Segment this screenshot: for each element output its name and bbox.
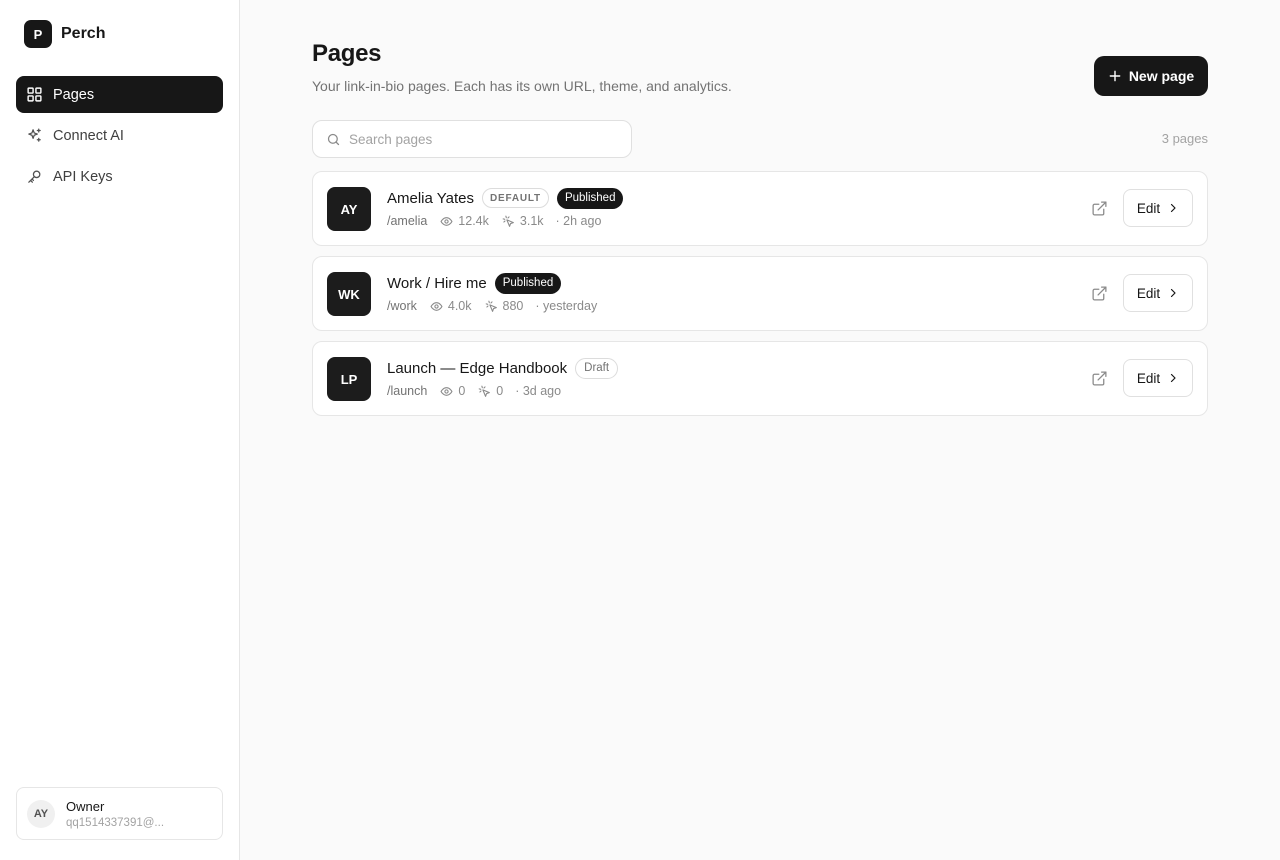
brand-logo: P bbox=[24, 20, 52, 48]
search-icon bbox=[327, 133, 340, 145]
views-count: 12.4k bbox=[458, 214, 489, 228]
eye-icon bbox=[430, 301, 443, 311]
sidebar-item-api-keys[interactable]: API Keys bbox=[16, 158, 223, 195]
sparkles-icon bbox=[26, 127, 43, 144]
page-avatar: AY bbox=[327, 187, 371, 231]
clicks-count: 0 bbox=[496, 384, 504, 398]
clicks-count: 3.1k bbox=[519, 214, 544, 228]
page-subtitle: Your link-in-bio pages. Each has its own… bbox=[312, 78, 732, 94]
main-content: Pages Your link-in-bio pages. Each has i… bbox=[240, 0, 1280, 860]
page-card[interactable]: LP Launch — Edge Handbook Draft /launch … bbox=[312, 341, 1208, 416]
views-stat: 12.4k bbox=[440, 214, 489, 228]
page-title-row: Work / Hire me Published bbox=[387, 272, 562, 294]
user-role: Owner bbox=[66, 798, 105, 814]
page-count: 3 pages bbox=[1161, 131, 1208, 146]
page-meta: /launch 0 0 · 3d ago bbox=[387, 383, 561, 399]
external-link-icon[interactable] bbox=[1091, 285, 1109, 303]
status-badge: Published bbox=[494, 272, 562, 294]
page-slug: /work bbox=[387, 299, 417, 313]
page-title: Pages bbox=[312, 40, 382, 67]
edit-label: Edit bbox=[1136, 370, 1161, 386]
page-card[interactable]: WK Work / Hire me Published /work 4.0k 8… bbox=[312, 256, 1208, 331]
sidebar-item-connect-ai[interactable]: Connect AI bbox=[16, 117, 223, 154]
page-meta: /work 4.0k 880 · yesterday bbox=[387, 298, 597, 314]
page-name: Amelia Yates bbox=[387, 189, 474, 207]
sidebar-nav: Pages Connect AI API Keys bbox=[16, 76, 223, 199]
eye-icon bbox=[440, 386, 453, 396]
sidebar-item-label: API Keys bbox=[53, 168, 113, 185]
updated-time: · 3d ago bbox=[515, 384, 562, 398]
avatar: AY bbox=[27, 799, 55, 828]
eye-icon bbox=[440, 216, 453, 226]
edit-button[interactable]: Edit bbox=[1123, 189, 1193, 227]
plus-icon bbox=[1109, 70, 1121, 82]
edit-label: Edit bbox=[1136, 200, 1161, 216]
page-meta: /amelia 12.4k 3.1k · 2h ago bbox=[387, 213, 601, 229]
status-badge: Draft bbox=[575, 357, 619, 379]
user-email: qq1514337391@... bbox=[66, 816, 165, 829]
key-icon bbox=[26, 168, 43, 185]
click-icon bbox=[502, 215, 514, 227]
search-box[interactable] bbox=[312, 120, 632, 158]
grid-icon bbox=[26, 86, 43, 103]
click-icon bbox=[478, 385, 491, 397]
default-badge: DEFAULT bbox=[482, 188, 549, 208]
updated-time: · 2h ago bbox=[555, 214, 602, 228]
sidebar-item-label: Pages bbox=[53, 86, 95, 103]
views-count: 0 bbox=[458, 384, 466, 398]
brand-name: Perch bbox=[61, 25, 106, 42]
page-name: Launch — Edge Handbook bbox=[387, 359, 568, 377]
chevron-right-icon bbox=[1171, 373, 1176, 383]
views-stat: 0 bbox=[440, 384, 465, 398]
page-name: Work / Hire me bbox=[387, 274, 487, 292]
page-card[interactable]: AY Amelia Yates DEFAULT Published /ameli… bbox=[312, 171, 1208, 246]
clicks-stat: 0 bbox=[478, 384, 503, 398]
updated-time: · yesterday bbox=[535, 299, 598, 313]
user-info: Owner qq1514337391@... bbox=[66, 799, 164, 829]
page-slug: /launch bbox=[387, 384, 428, 398]
page-avatar: WK bbox=[327, 272, 371, 316]
edit-button[interactable]: Edit bbox=[1123, 359, 1193, 397]
new-page-label: New page bbox=[1128, 68, 1195, 84]
sidebar-item-pages[interactable]: Pages bbox=[16, 76, 223, 113]
external-link-icon[interactable] bbox=[1091, 200, 1109, 218]
new-page-button[interactable]: New page bbox=[1094, 56, 1208, 96]
edit-label: Edit bbox=[1136, 285, 1161, 301]
page-avatar: LP bbox=[327, 357, 371, 401]
chevron-right-icon bbox=[1171, 288, 1176, 298]
user-card[interactable]: AY Owner qq1514337391@... bbox=[16, 787, 223, 840]
brand[interactable]: P Perch bbox=[24, 20, 105, 48]
views-stat: 4.0k bbox=[430, 299, 472, 313]
pages-list: AY Amelia Yates DEFAULT Published /ameli… bbox=[312, 171, 1208, 426]
sidebar-item-label: Connect AI bbox=[53, 127, 124, 144]
search-input[interactable] bbox=[349, 131, 609, 147]
chevron-right-icon bbox=[1171, 203, 1176, 213]
status-badge: Published bbox=[556, 187, 624, 209]
views-count: 4.0k bbox=[447, 299, 472, 313]
clicks-stat: 880 bbox=[485, 299, 524, 313]
click-icon bbox=[485, 300, 497, 312]
page-title-row: Amelia Yates DEFAULT Published bbox=[387, 187, 624, 209]
clicks-stat: 3.1k bbox=[502, 214, 544, 228]
clicks-count: 880 bbox=[502, 299, 524, 313]
edit-button[interactable]: Edit bbox=[1123, 274, 1193, 312]
sidebar: P Perch Pages Connect AI API Keys AY Own… bbox=[0, 0, 240, 860]
page-title-row: Launch — Edge Handbook Draft bbox=[387, 357, 619, 379]
external-link-icon[interactable] bbox=[1091, 370, 1109, 388]
page-slug: /amelia bbox=[387, 214, 428, 228]
